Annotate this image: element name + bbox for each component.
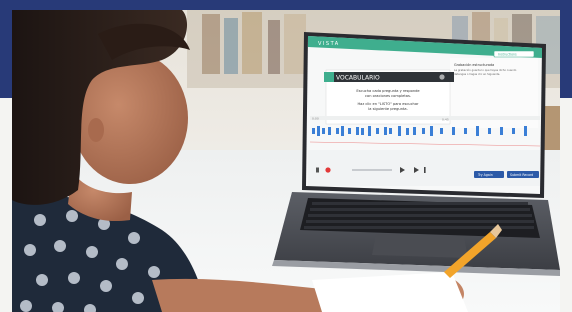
record-icon[interactable] <box>325 167 331 173</box>
instruction-line-2: con oraciones completas. <box>365 94 411 98</box>
instruction-line-3: Haz clic en "LISTO" para escuchar <box>357 102 419 106</box>
student-laptop-photo: VISTA Instructions Grabación estructurad… <box>12 10 560 312</box>
time-end: 0:45 <box>442 118 449 122</box>
instructions-button-label: Instructions <box>498 53 517 57</box>
stop-icon[interactable] <box>316 167 319 173</box>
try-again-label: Try Again <box>477 173 493 177</box>
vocab-banner-accent <box>324 72 334 82</box>
instruction-line-4: la siguiente pregunta. <box>368 107 408 111</box>
timeline <box>310 116 540 120</box>
photo-scene: VISTA Instructions Grabación estructurad… <box>0 0 572 312</box>
time-start: 0:00 <box>312 117 319 121</box>
side-text-2: detengas o hagas clic en Siguiente. <box>454 72 500 76</box>
vocab-banner-text: VOCABULARIO <box>336 75 380 82</box>
laptop-screen: VISTA Instructions Grabación estructurad… <box>306 36 542 194</box>
side-heading: Grabación estructurada <box>454 63 494 67</box>
progress-track <box>352 169 392 171</box>
submit-label: Submit Record <box>510 173 533 177</box>
side-text-1: La grabación guarda lo que hayas dicho c… <box>454 68 517 72</box>
instruction-line-1: Escucha cada pregunta y responde <box>356 89 420 93</box>
app-name: VISTA <box>318 41 340 47</box>
speaker-icon <box>439 74 445 80</box>
